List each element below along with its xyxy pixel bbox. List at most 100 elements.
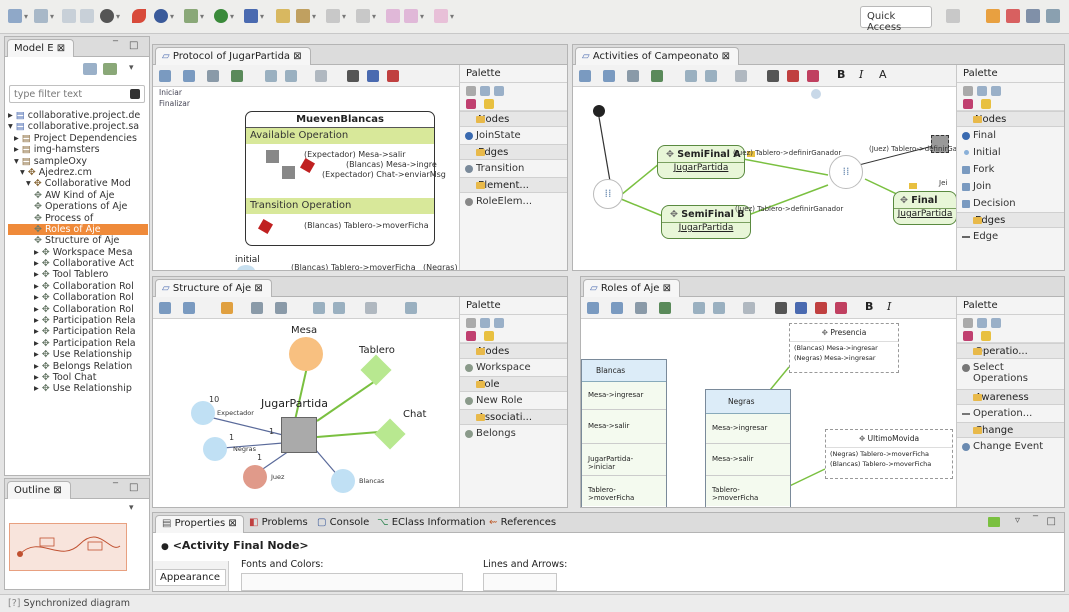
close-icon[interactable]: ⊠ xyxy=(254,283,262,294)
pin-icon[interactable] xyxy=(835,302,847,314)
tab-eclass-information[interactable]: ⌥ EClass Information xyxy=(377,517,485,528)
zoom-in-icon[interactable] xyxy=(977,318,987,328)
java-perspective-icon[interactable] xyxy=(986,9,1000,23)
role-juez-node[interactable] xyxy=(243,465,267,489)
tree-item[interactable]: ▸ ✥ Use Relationship xyxy=(8,383,148,394)
tree-item[interactable]: ▸ ✥ Participation Rela xyxy=(8,315,148,326)
role-op[interactable]: Mesa->salir xyxy=(706,444,790,476)
palette-item-edge[interactable]: Edge xyxy=(957,228,1064,245)
minimize-icon[interactable]: ‾ xyxy=(113,482,118,493)
palette-drawer-edges[interactable]: Edges xyxy=(957,212,1064,228)
role-column-negras[interactable]: Negras Mesa->ingresar Mesa->salir Tabler… xyxy=(705,389,791,507)
size-icon[interactable] xyxy=(659,302,671,314)
roles-canvas[interactable]: ✥ Presencia (Blancas) Mesa->ingresar (Ne… xyxy=(581,319,956,507)
select-all-icon[interactable] xyxy=(159,70,171,82)
awareness-ultimomovida[interactable]: ✥ UltimoMovida (Negras) Tablero->moverFi… xyxy=(825,429,953,479)
outline-item[interactable]: Iniciar xyxy=(155,87,211,98)
close-icon[interactable]: ⊠ xyxy=(57,43,65,54)
expand-toggle-icon[interactable]: ▾ xyxy=(14,156,22,167)
activities-canvas[interactable]: ⁞⁞ ✥ SemiFinal A JugarPartida ✥ SemiFina… xyxy=(573,87,977,270)
pin-icon[interactable] xyxy=(807,70,819,82)
line-style-selector[interactable] xyxy=(483,573,557,591)
activity-center-node[interactable] xyxy=(281,417,317,453)
filter-field[interactable]: type filter text xyxy=(9,85,145,103)
select-icon[interactable] xyxy=(466,318,476,328)
activity-semifinal-a[interactable]: ✥ SemiFinal A JugarPartida xyxy=(657,145,745,179)
delete-icon[interactable] xyxy=(787,70,799,82)
expand-toggle-icon[interactable]: ▸ xyxy=(34,269,42,280)
expand-toggle-icon[interactable]: ▸ xyxy=(34,338,42,349)
expand-toggle-icon[interactable]: ▸ xyxy=(34,349,42,360)
view-menu-icon[interactable]: ▿ xyxy=(1015,515,1020,526)
font-selector[interactable] xyxy=(241,573,463,591)
tree-item[interactable]: ▸ ✥ Belongs Relation xyxy=(8,361,148,372)
align-icon[interactable] xyxy=(627,70,639,82)
palette-drawer-nodes[interactable]: Nodes xyxy=(460,343,567,359)
expand-toggle-icon[interactable]: ▸ xyxy=(34,292,42,303)
modeling-perspective-icon[interactable] xyxy=(1026,9,1040,23)
expand-toggle-icon[interactable]: ▾ xyxy=(8,121,16,132)
tree-item[interactable]: ▸ ▤ collaborative.project.de xyxy=(8,110,148,121)
new-file-icon[interactable] xyxy=(8,9,22,23)
view-menu-icon[interactable]: ▾ xyxy=(129,503,134,513)
expand-toggle-icon[interactable]: ▸ xyxy=(8,110,16,121)
tree-item[interactable]: ▸ ✥ Collaboration Rol xyxy=(8,304,148,315)
role-blancas-node[interactable] xyxy=(331,469,355,493)
zoom-in-icon[interactable] xyxy=(685,70,697,82)
role-op[interactable]: JugarPartida->iniciar xyxy=(582,444,666,476)
align-icon[interactable] xyxy=(635,302,647,314)
tree-item[interactable]: ✥ Process of xyxy=(8,213,148,224)
annotation-icon[interactable] xyxy=(296,9,310,23)
expand-toggle-icon[interactable]: ▸ xyxy=(14,133,22,144)
role-op[interactable]: Mesa->ingresar xyxy=(706,414,790,444)
structure-canvas[interactable]: Mesa Tablero Chat JugarPartida Expectado… xyxy=(153,319,459,507)
tree-item[interactable]: ▸ ✥ Use Relationship xyxy=(8,349,148,360)
zoom-in-icon[interactable] xyxy=(480,86,490,96)
zoom-out-icon[interactable] xyxy=(333,302,345,314)
zoom-in-icon[interactable] xyxy=(480,318,490,328)
palette-drawer-nodes[interactable]: Nodes xyxy=(957,111,1064,127)
delete-icon[interactable] xyxy=(815,302,827,314)
layer-icon[interactable] xyxy=(367,70,379,82)
model-tree[interactable]: ▸ ▤ collaborative.project.de ▾ ▤ collabor… xyxy=(8,110,148,472)
minimize-icon[interactable]: ‾ xyxy=(113,40,118,51)
tool-icon[interactable] xyxy=(132,9,146,23)
chevron-down-icon[interactable]: ▾ xyxy=(450,12,454,21)
arrange-icon[interactable] xyxy=(611,302,623,314)
tab-console[interactable]: ▢ Console xyxy=(317,517,369,528)
quick-access-input[interactable]: Quick Access xyxy=(860,6,932,33)
role-column-blancas[interactable]: Blancas Mesa->ingresar Mesa->salir Jugar… xyxy=(581,359,667,507)
tab-problems[interactable]: ◧ Problems xyxy=(249,517,308,528)
zoom-out-icon[interactable] xyxy=(713,302,725,314)
maximize-icon[interactable]: □ xyxy=(129,40,138,51)
palette-item-belongs[interactable]: Belongs xyxy=(460,425,567,442)
size-icon[interactable] xyxy=(651,70,663,82)
initial-node[interactable] xyxy=(237,265,255,270)
git-perspective-icon[interactable] xyxy=(1046,9,1060,23)
chevron-down-icon[interactable]: ▾ xyxy=(170,12,174,21)
text-icon[interactable] xyxy=(981,99,991,109)
zoom-out-icon[interactable] xyxy=(494,318,504,328)
tree-item[interactable]: ▸ ✥ Tool Chat xyxy=(8,372,148,383)
palette-item-change-event[interactable]: Change Event xyxy=(957,438,1064,466)
chevron-down-icon[interactable]: ▾ xyxy=(342,12,346,21)
export-icon[interactable] xyxy=(315,70,327,82)
zoom-out-icon[interactable] xyxy=(285,70,297,82)
note-icon[interactable] xyxy=(466,331,476,341)
zoom-out-icon[interactable] xyxy=(991,318,1001,328)
save-icon[interactable] xyxy=(62,9,76,23)
zoom-in-icon[interactable] xyxy=(693,302,705,314)
awareness-presencia[interactable]: ✥ Presencia (Blancas) Mesa->ingresar (Ne… xyxy=(789,323,899,373)
minimize-icon[interactable]: ‾ xyxy=(1033,515,1038,526)
tab-references[interactable]: ⇜ References xyxy=(489,517,556,528)
text-icon[interactable] xyxy=(981,331,991,341)
zoom-in-icon[interactable] xyxy=(977,86,987,96)
tab-activities[interactable]: ▱ Activities of Campeonato ⊠ xyxy=(575,47,740,65)
role-op[interactable]: Tablero->moverFicha xyxy=(582,476,666,506)
tree-item[interactable]: ▾ ✥ Collaborative Mod xyxy=(8,178,148,189)
close-icon[interactable]: ⊠ xyxy=(722,51,730,62)
arrange-icon[interactable] xyxy=(183,70,195,82)
chevron-down-icon[interactable]: ▾ xyxy=(420,12,424,21)
palette-item-new-role[interactable]: New Role xyxy=(460,392,567,409)
palette-item-joinstate[interactable]: JoinState xyxy=(460,127,567,144)
